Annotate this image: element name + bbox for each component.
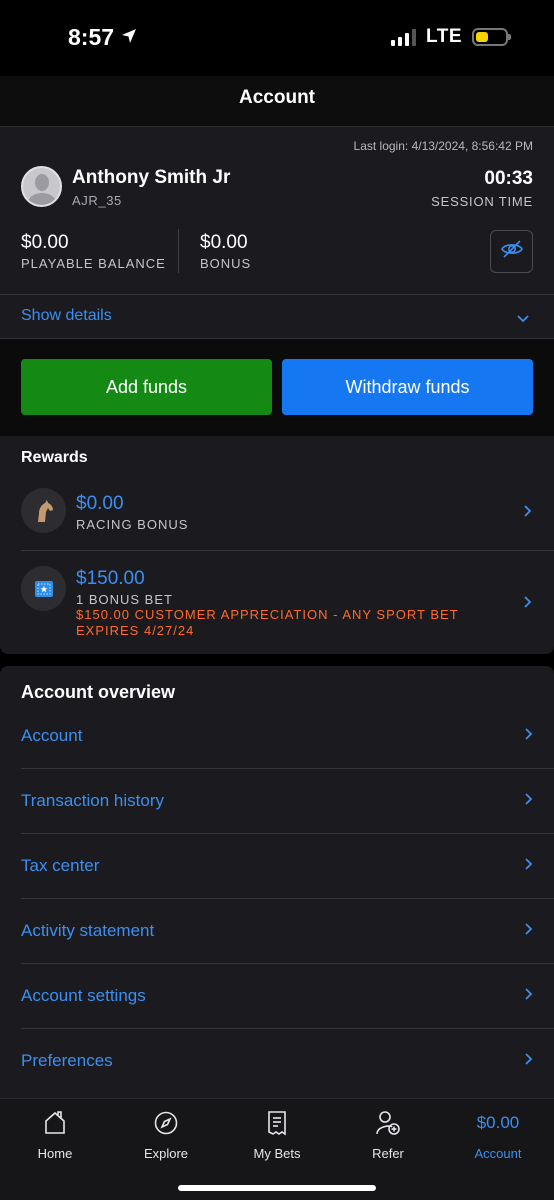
- username: AJR_35: [72, 193, 122, 208]
- reward-amount: $0.00: [76, 493, 124, 514]
- overview-item-label: Transaction history: [21, 791, 164, 810]
- cellular-signal-icon: [391, 28, 417, 46]
- chevron-right-icon: [523, 595, 532, 614]
- reward-amount: $150.00: [76, 568, 145, 589]
- chevron-right-icon: [524, 727, 533, 746]
- tab-label: Explore: [143, 1146, 189, 1161]
- status-time: 8:57: [68, 24, 138, 51]
- clock: 8:57: [68, 24, 115, 50]
- playable-balance-label: PLAYABLE BALANCE: [21, 256, 166, 271]
- page-title: Account: [239, 87, 315, 108]
- battery-icon: [472, 28, 511, 46]
- nav-header: Account: [0, 76, 554, 126]
- home-indicator[interactable]: [178, 1185, 376, 1191]
- chevron-right-icon: [524, 857, 533, 876]
- reward-label: 1 BONUS BET: [76, 592, 173, 607]
- tab-account[interactable]: $0.00 Account: [448, 1109, 548, 1161]
- status-indicators: LTE: [391, 26, 511, 48]
- overview-item-transaction-history[interactable]: Transaction history: [21, 769, 533, 833]
- bonus-value: $0.00: [200, 232, 248, 253]
- overview-item-account[interactable]: Account: [21, 704, 533, 768]
- tab-refer[interactable]: Refer: [338, 1109, 438, 1161]
- withdraw-funds-button[interactable]: Withdraw funds: [282, 359, 533, 415]
- chevron-down-icon[interactable]: [516, 311, 530, 329]
- chevron-right-icon: [524, 987, 533, 1006]
- tab-bar: Home Explore My Bets Refer $0.00 Account: [0, 1098, 554, 1200]
- funds-actions: Add funds Withdraw funds: [0, 338, 554, 436]
- playable-balance-value: $0.00: [21, 232, 69, 253]
- divider: [178, 229, 179, 273]
- show-details-link[interactable]: Show details: [21, 307, 112, 325]
- account-overview-section: Account overview Account Transaction his…: [0, 666, 554, 1098]
- eye-slash-icon: [500, 237, 524, 266]
- overview-item-label: Preferences: [21, 1051, 113, 1070]
- avatar[interactable]: [21, 166, 62, 207]
- bet-slip-icon: [227, 1109, 327, 1137]
- rewards-title: Rewards: [21, 449, 88, 466]
- divider: [21, 550, 554, 551]
- overview-item-activity-statement[interactable]: Activity statement: [21, 899, 533, 963]
- tab-label: Refer: [372, 1146, 404, 1161]
- bonus-balance: $0.00 BONUS: [200, 232, 251, 271]
- playable-balance: $0.00 PLAYABLE BALANCE: [21, 232, 166, 271]
- chevron-right-icon: [524, 922, 533, 941]
- divider: [0, 294, 554, 295]
- status-bar: 8:57 LTE: [0, 0, 554, 76]
- overview-item-label: Tax center: [21, 856, 100, 875]
- tab-home[interactable]: Home: [5, 1109, 105, 1161]
- reward-promo-text: $150.00 CUSTOMER APPRECIATION - ANY SPOR…: [76, 607, 459, 638]
- tab-account-balance: $0.00: [476, 1113, 520, 1132]
- location-arrow-icon: [120, 24, 138, 51]
- ticket-icon: [21, 566, 66, 611]
- overview-title: Account overview: [21, 682, 176, 702]
- overview-item-label: Account settings: [21, 986, 146, 1005]
- overview-item-preferences[interactable]: Preferences: [21, 1029, 533, 1093]
- tab-label: Home: [37, 1146, 73, 1161]
- session-time-value: 00:33: [484, 168, 533, 189]
- overview-item-label: Account: [21, 726, 83, 745]
- overview-item-tax-center[interactable]: Tax center: [21, 834, 533, 898]
- session-time-label: SESSION TIME: [431, 194, 533, 209]
- add-funds-button[interactable]: Add funds: [21, 359, 272, 415]
- tab-label: Account: [474, 1146, 522, 1161]
- tab-explore[interactable]: Explore: [116, 1109, 216, 1161]
- home-icon: [5, 1109, 105, 1137]
- account-card: Last login: 4/13/2024, 8:56:42 PM Anthon…: [0, 126, 554, 338]
- network-type: LTE: [426, 26, 462, 47]
- reward-label: RACING BONUS: [76, 517, 189, 532]
- chevron-right-icon: [523, 504, 532, 523]
- user-name: Anthony Smith Jr: [72, 167, 231, 188]
- hide-balance-button[interactable]: [490, 230, 533, 273]
- horse-icon: [21, 488, 66, 533]
- add-user-icon: [338, 1109, 438, 1137]
- overview-item-account-settings[interactable]: Account settings: [21, 964, 533, 1028]
- bonus-label: BONUS: [200, 256, 252, 271]
- last-login: Last login: 4/13/2024, 8:56:42 PM: [353, 139, 533, 153]
- chevron-right-icon: [524, 792, 533, 811]
- rewards-section: Rewards $0.00 RACING BONUS $150.00 1 BON…: [0, 436, 554, 654]
- tab-my-bets[interactable]: My Bets: [227, 1109, 327, 1161]
- compass-icon: [116, 1109, 216, 1137]
- overview-item-label: Activity statement: [21, 921, 155, 940]
- tab-label: My Bets: [253, 1146, 301, 1161]
- chevron-right-icon: [524, 1052, 533, 1071]
